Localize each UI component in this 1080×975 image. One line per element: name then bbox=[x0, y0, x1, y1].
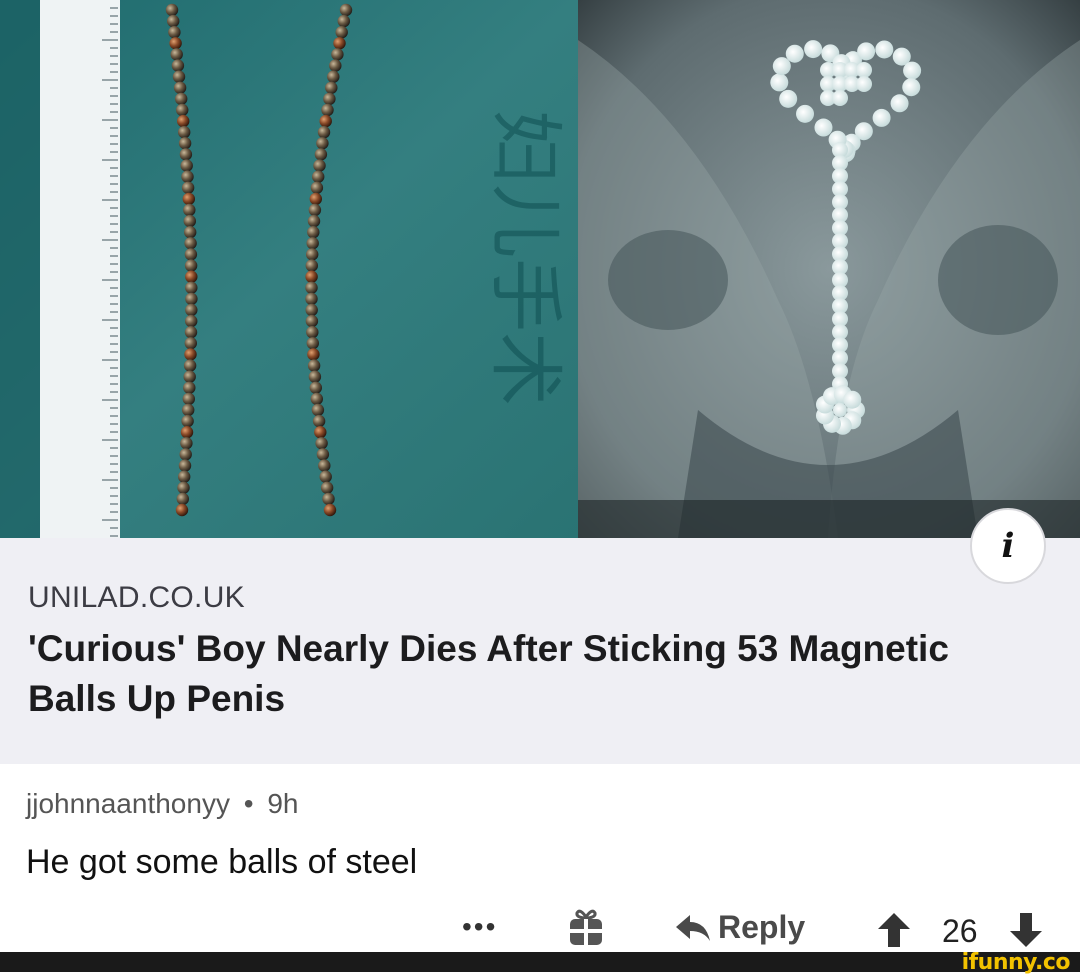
comment-author[interactable]: jjohnnaanthonyy bbox=[26, 788, 230, 819]
ifunny-watermark: ifunny.co bbox=[961, 950, 1071, 975]
more-options-button[interactable]: ••• bbox=[462, 911, 497, 943]
comment-meta: jjohnnaanthonyy • 9h bbox=[26, 788, 298, 820]
magnetic-balls-photo: 妇儿手术 bbox=[0, 0, 580, 538]
link-preview-card[interactable]: UNILAD.CO.UK 'Curious' Boy Nearly Dies A… bbox=[0, 538, 1080, 764]
post-image[interactable]: 妇儿手术 bbox=[0, 0, 1080, 538]
cloth-text: 妇儿手术 bbox=[482, 110, 568, 406]
gift-icon[interactable] bbox=[568, 907, 604, 947]
comment-actions: ••• Reply 26 bbox=[0, 905, 1080, 955]
comment-body: He got some balls of steel bbox=[26, 843, 418, 881]
info-button[interactable]: i bbox=[970, 508, 1046, 584]
reply-label: Reply bbox=[718, 909, 806, 945]
link-title: 'Curious' Boy Nearly Dies After Sticking… bbox=[28, 628, 949, 719]
downvote-arrow-icon[interactable] bbox=[1010, 913, 1042, 947]
meta-separator: • bbox=[243, 788, 254, 819]
reply-arrow-icon bbox=[676, 914, 710, 941]
footer-bar bbox=[0, 952, 1080, 972]
upvote-arrow-icon[interactable] bbox=[878, 913, 910, 947]
info-icon: i bbox=[1001, 526, 1015, 566]
vote-score: 26 bbox=[942, 913, 978, 949]
reply-button[interactable]: Reply bbox=[676, 909, 805, 946]
xray-image bbox=[578, 0, 1080, 538]
comment-time: 9h bbox=[267, 788, 299, 819]
link-domain: UNILAD.CO.UK bbox=[28, 581, 245, 614]
